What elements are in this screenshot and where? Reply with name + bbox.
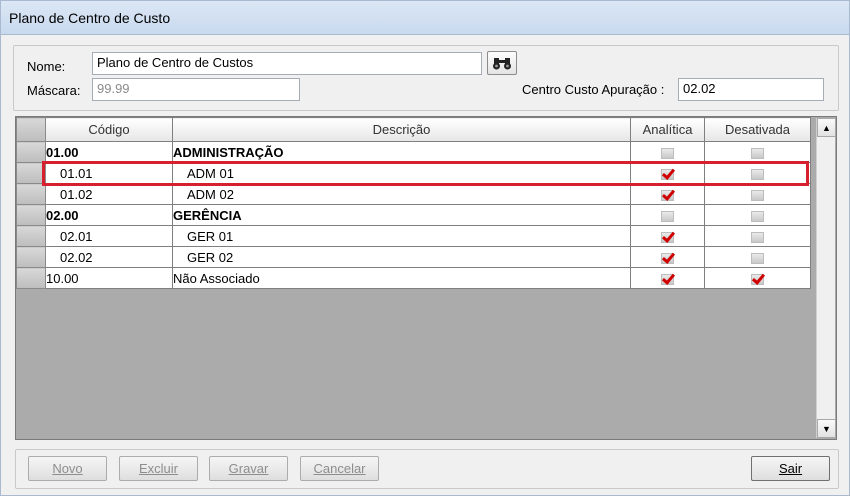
title-bar: Plano de Centro de Custo [1,1,849,35]
row-selector[interactable] [16,225,46,247]
vertical-scrollbar[interactable]: ▲ ▼ [816,118,836,438]
row-selector[interactable] [16,141,46,163]
nome-field[interactable]: Plano de Centro de Custos [92,52,482,75]
desativada-checkbox[interactable] [751,189,764,201]
analitica-checkbox[interactable] [661,168,674,180]
excluir-button[interactable]: Excluir [119,456,198,481]
cell-codigo[interactable]: 02.01 [45,225,173,247]
column-header-analitica[interactable]: Analítica [630,117,705,142]
cost-center-grid: Código Descrição Analítica Desativada 01… [15,116,837,440]
apuracao-label: Centro Custo Apuração : [522,82,665,97]
table-row[interactable]: 02.02 GER 02 [16,246,811,268]
desativada-checkbox[interactable] [751,168,764,180]
cell-descricao[interactable]: GERÊNCIA [172,204,631,226]
table-row[interactable]: 10.00 Não Associado [16,267,811,289]
cell-codigo[interactable]: 01.00 [45,141,173,163]
novo-button[interactable]: Novo [28,456,107,481]
row-selector-header[interactable] [16,117,46,142]
row-selector[interactable] [16,183,46,205]
cell-desativada [704,246,811,268]
cell-analitica [630,267,705,289]
table-row[interactable]: 01.00 ADMINISTRAÇÃO [16,141,811,163]
table-row[interactable]: 01.02 ADM 02 [16,183,811,205]
column-header-codigo[interactable]: Código [45,117,173,142]
analitica-checkbox[interactable] [661,189,674,201]
cell-analitica [630,204,705,226]
scroll-down-button[interactable]: ▼ [817,419,836,438]
cell-analitica [630,162,705,184]
analitica-checkbox[interactable] [661,210,674,222]
cell-descricao[interactable]: ADM 02 [172,183,631,205]
cell-desativada [704,267,811,289]
mascara-field[interactable]: 99.99 [92,78,300,101]
table-header-row: Código Descrição Analítica Desativada [16,117,811,142]
cell-desativada [704,162,811,184]
cell-descricao[interactable]: Não Associado [172,267,631,289]
analitica-checkbox[interactable] [661,147,674,159]
cell-codigo[interactable]: 02.00 [45,204,173,226]
cell-codigo[interactable]: 02.02 [45,246,173,268]
binoculars-icon [493,58,511,70]
search-button[interactable] [487,51,517,75]
cell-desativada [704,183,811,205]
cell-codigo[interactable]: 01.02 [45,183,173,205]
analitica-checkbox[interactable] [661,273,674,285]
cell-descricao[interactable]: ADM 01 [172,162,631,184]
cell-codigo[interactable]: 01.01 [45,162,173,184]
mascara-label: Máscara: [27,83,81,98]
row-selector[interactable] [16,204,46,226]
row-selector[interactable] [16,162,46,184]
cell-analitica [630,141,705,163]
cell-analitica [630,225,705,247]
nome-label: Nome: [27,59,66,74]
cell-descricao[interactable]: GER 02 [172,246,631,268]
cell-descricao[interactable]: ADMINISTRAÇÃO [172,141,631,163]
desativada-checkbox[interactable] [751,273,764,285]
cell-desativada [704,225,811,247]
arrow-up-icon: ▲ [822,122,831,133]
cell-analitica [630,246,705,268]
analitica-checkbox[interactable] [661,252,674,264]
table-row[interactable]: 02.01 GER 01 [16,225,811,247]
desativada-checkbox[interactable] [751,210,764,222]
analitica-checkbox[interactable] [661,231,674,243]
apuracao-field[interactable]: 02.02 [678,78,824,101]
gravar-button[interactable]: Gravar [209,456,288,481]
sair-button[interactable]: Sair [751,456,830,481]
main-window: Plano de Centro de Custo Nome: Plano de … [0,0,850,496]
arrow-down-icon: ▼ [822,423,831,434]
table-row[interactable]: 01.01 ADM 01 [16,162,811,184]
cell-desativada [704,141,811,163]
cell-codigo[interactable]: 10.00 [45,267,173,289]
cost-center-table: Código Descrição Analítica Desativada 01… [16,117,811,289]
column-header-desativada[interactable]: Desativada [704,117,811,142]
desativada-checkbox[interactable] [751,231,764,243]
desativada-checkbox[interactable] [751,147,764,159]
window-title: Plano de Centro de Custo [9,10,171,26]
desativada-checkbox[interactable] [751,252,764,264]
scroll-up-button[interactable]: ▲ [817,118,836,137]
cell-analitica [630,183,705,205]
table-row[interactable]: 02.00 GERÊNCIA [16,204,811,226]
cell-descricao[interactable]: GER 01 [172,225,631,247]
row-selector[interactable] [16,267,46,289]
cancelar-button[interactable]: Cancelar [300,456,379,481]
row-selector[interactable] [16,246,46,268]
cell-desativada [704,204,811,226]
column-header-descricao[interactable]: Descrição [172,117,631,142]
